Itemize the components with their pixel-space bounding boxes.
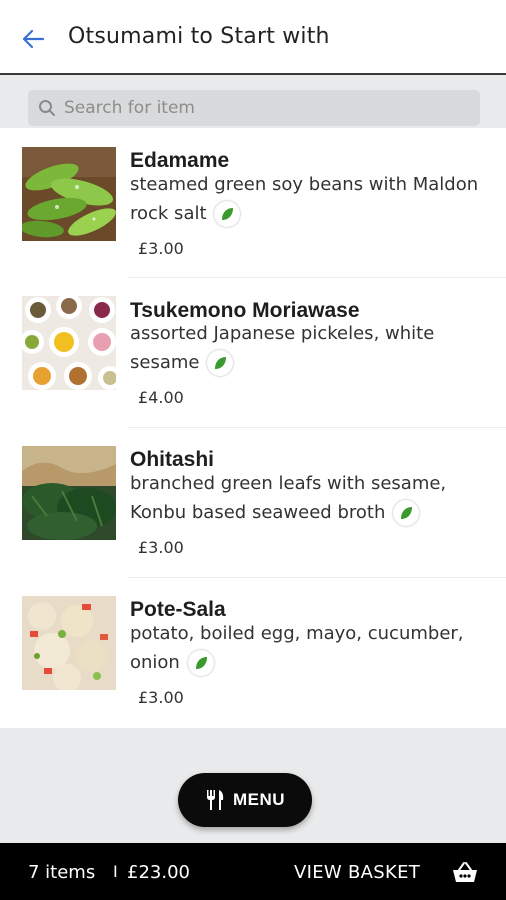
leaf-icon: [207, 350, 234, 376]
leaf-icon: [214, 201, 241, 227]
edamame-photo: [22, 147, 116, 241]
item-description: potato, boiled egg, mayo, cucumber, onio…: [130, 619, 490, 677]
basket-bar[interactable]: 7 items I £23.00 VIEW BASKET: [0, 843, 506, 900]
item-price: £4.00: [138, 388, 184, 407]
arrow-left-icon: [22, 29, 45, 49]
search-box[interactable]: [28, 90, 480, 126]
basket-total: £23.00: [127, 862, 190, 883]
page-title: Otsumami to Start with: [68, 24, 330, 49]
menu-item-list: Edamame steamed green soy beans with Mal…: [0, 128, 506, 728]
leaf-icon: [393, 500, 420, 526]
item-description: assorted Japanese pickeles, white sesame: [130, 319, 490, 377]
search-input[interactable]: [62, 97, 466, 119]
item-price: £3.00: [138, 538, 184, 557]
potato-salad-photo: [22, 596, 116, 690]
basket-item-count: 7 items: [28, 862, 96, 883]
item-price: £3.00: [138, 239, 184, 258]
item-price: £3.00: [138, 688, 184, 707]
search-bar: [0, 75, 506, 128]
item-description: steamed green soy beans with Maldon rock…: [130, 170, 490, 228]
cutlery-icon: [206, 790, 224, 810]
basket-separator: I: [113, 862, 118, 881]
app-header: Otsumami to Start with: [0, 0, 506, 75]
leaf-icon: [187, 650, 214, 676]
back-button[interactable]: [16, 22, 50, 56]
menu-item[interactable]: Ohitashi branched green leafs with sesam…: [0, 428, 506, 578]
menu-button[interactable]: MENU: [178, 773, 312, 827]
search-icon: [38, 99, 56, 117]
basket-icon: [453, 862, 477, 882]
item-description: branched green leafs with sesame, Konbu …: [130, 469, 490, 527]
pickles-photo: [22, 296, 116, 390]
menu-item[interactable]: Pote-Sala potato, boiled egg, mayo, cucu…: [0, 578, 506, 728]
ohitashi-photo: [22, 446, 116, 540]
menu-item[interactable]: Tsukemono Moriawase assorted Japanese pi…: [0, 278, 506, 428]
view-basket-button[interactable]: VIEW BASKET: [294, 862, 420, 883]
menu-button-label: MENU: [232, 790, 286, 809]
menu-item[interactable]: Edamame steamed green soy beans with Mal…: [0, 128, 506, 278]
